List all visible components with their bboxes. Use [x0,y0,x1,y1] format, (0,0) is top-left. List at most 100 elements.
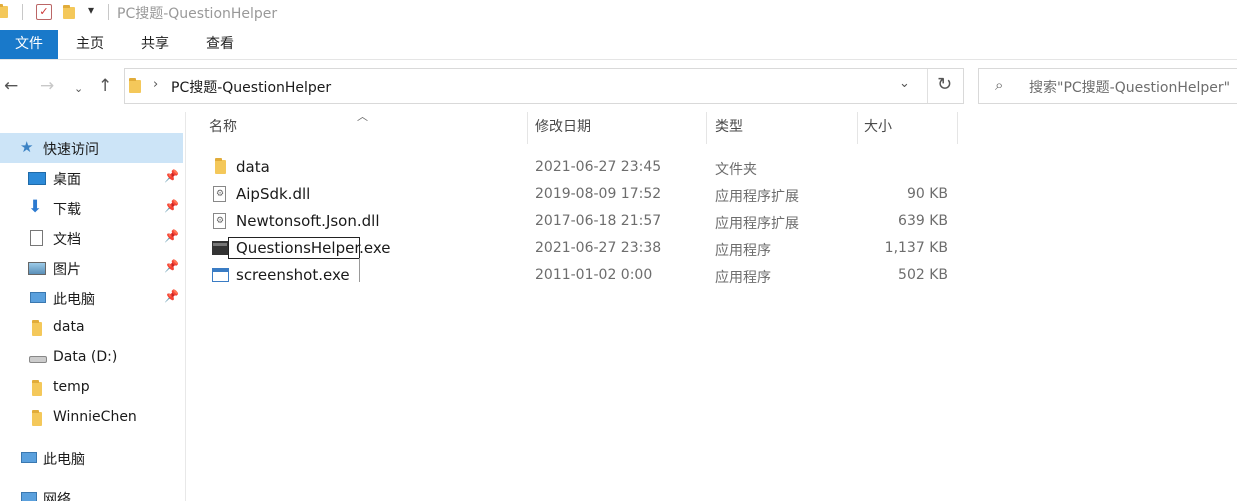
pictures-icon [28,262,46,275]
file-type: 应用程序扩展 [715,216,799,232]
folder-icon [32,380,42,396]
file-name[interactable]: Newtonsoft.Json.dll [236,212,380,230]
nav-item-label: 快速访问 [43,142,99,158]
file-row[interactable]: screenshot.exe 2011-01-02 0:00 应用程序 502 … [205,262,955,289]
nav-item-label: data [53,319,85,335]
file-modified: 2021-06-27 23:45 [535,159,662,175]
file-name[interactable]: QuestionsHelper.exe [236,239,391,257]
nav-item-label: 桌面 [53,172,81,188]
chevron-down-icon[interactable]: ⌄ [74,79,83,99]
customize-dropdown-icon[interactable]: ▾ [88,3,94,17]
file-modified: 2019-08-09 17:52 [535,186,662,202]
file-name[interactable]: data [236,158,270,176]
computer-icon [30,292,46,303]
divider [108,4,109,20]
new-folder-icon[interactable] [63,5,75,19]
nav-item-label: Data (D:) [53,349,118,365]
window-exe-icon [212,268,229,282]
title-bar: ✓ ▾ PC搜题-QuestionHelper [0,0,1237,26]
file-row[interactable]: data 2021-06-27 23:45 文件夹 [205,154,955,181]
nav-item-network[interactable]: 网络 [0,483,183,501]
file-row[interactable]: ⚙ Newtonsoft.Json.dll 2017-06-18 21:57 应… [205,208,955,235]
folder-icon [215,158,226,174]
nav-item-documents[interactable]: 文档 📌 [0,223,183,253]
search-box[interactable]: ⌕ 搜索"PC搜题-QuestionHelper" [978,68,1237,104]
file-modified: 2011-01-02 0:00 [535,267,653,283]
rename-edit-box-extension [359,258,360,282]
pin-icon[interactable]: 📌 [164,259,179,273]
drive-icon [29,356,47,363]
tab-file[interactable]: 文件 [0,30,58,59]
dll-icon: ⚙ [213,213,226,229]
address-path[interactable]: PC搜题-QuestionHelper [171,77,331,97]
file-row[interactable]: ⚙ AipSdk.dll 2019-08-09 17:52 应用程序扩展 90 … [205,181,955,208]
document-icon [30,230,43,246]
forward-arrow-icon[interactable]: → [40,76,54,96]
nav-item-label: 文档 [53,232,81,248]
file-name[interactable]: screenshot.exe [236,266,350,284]
file-type: 应用程序 [715,243,771,259]
search-input[interactable]: 搜索"PC搜题-QuestionHelper" [1029,77,1230,97]
pin-icon[interactable]: 📌 [164,199,179,213]
properties-icon[interactable]: ✓ [36,4,52,20]
pin-icon[interactable]: 📌 [164,169,179,183]
folder-icon [0,4,8,18]
navigation-pane: ★ 快速访问 桌面 📌 ⬇ 下载 📌 文档 📌 图片 📌 此电脑 📌 data … [0,112,186,501]
address-dropdown-icon[interactable]: ⌄ [899,76,910,91]
folder-icon [129,78,141,93]
nav-item-label: temp [53,379,90,395]
folder-icon [32,320,42,336]
nav-item-downloads[interactable]: ⬇ 下载 📌 [0,193,183,223]
pin-icon[interactable]: 📌 [164,229,179,243]
column-header-type[interactable]: 类型 [715,116,743,144]
up-arrow-icon[interactable]: ↑ [98,76,112,96]
nav-item-temp[interactable]: temp [0,373,183,403]
folder-icon [32,410,42,426]
file-modified: 2017-06-18 21:57 [535,213,662,229]
nav-item-label: 此电脑 [53,292,95,308]
window-title: PC搜题-QuestionHelper [117,6,278,22]
file-type: 文件夹 [715,162,757,178]
column-divider[interactable] [957,112,958,144]
dll-icon: ⚙ [213,186,226,202]
star-icon: ★ [20,138,34,156]
chevron-right-icon[interactable]: › [153,77,158,92]
nav-item-data-drive[interactable]: Data (D:) [0,343,183,373]
file-size: 1,137 KB [884,240,948,256]
nav-item-label: 下载 [53,202,81,218]
nav-item-label: 网络 [43,492,71,501]
nav-item-data[interactable]: data [0,313,183,343]
pin-icon[interactable]: 📌 [164,289,179,303]
file-type: 应用程序 [715,270,771,286]
column-divider[interactable] [857,112,858,144]
nav-item-desktop[interactable]: 桌面 📌 [0,163,183,193]
nav-item-label: 此电脑 [43,452,85,468]
column-divider[interactable] [527,112,528,144]
column-header-size[interactable]: 大小 [864,116,892,144]
file-size: 90 KB [906,186,948,202]
exe-icon [212,241,228,255]
search-icon: ⌕ [995,76,1004,94]
tab-home[interactable]: 主页 [64,30,116,59]
divider [22,4,23,20]
computer-icon [21,452,37,463]
file-name[interactable]: AipSdk.dll [236,185,310,203]
nav-item-winniechen[interactable]: WinnieChen [0,403,183,433]
nav-item-this-pc-root[interactable]: 此电脑 [0,443,183,473]
file-type: 应用程序扩展 [715,189,799,205]
nav-item-pictures[interactable]: 图片 📌 [0,253,183,283]
file-row[interactable]: QuestionsHelper.exe 2021-06-27 23:38 应用程… [205,235,955,262]
refresh-icon[interactable]: ↻ [937,74,952,95]
column-header-modified[interactable]: 修改日期 [535,116,591,144]
column-header-name[interactable]: 名称 [209,116,237,144]
tab-share[interactable]: 共享 [128,30,182,59]
nav-item-quick-access[interactable]: ★ 快速访问 [0,133,183,163]
file-modified: 2021-06-27 23:38 [535,240,662,256]
nav-item-this-pc[interactable]: 此电脑 📌 [0,283,183,313]
ribbon-tabs: 文件 主页 共享 查看 [0,30,1237,60]
address-bar[interactable]: › PC搜题-QuestionHelper ⌄ ↻ [124,68,964,104]
tab-view[interactable]: 查看 [193,30,247,59]
column-divider[interactable] [706,112,707,144]
back-arrow-icon[interactable]: ← [4,76,18,96]
sort-ascending-icon: ︿ [357,110,368,123]
